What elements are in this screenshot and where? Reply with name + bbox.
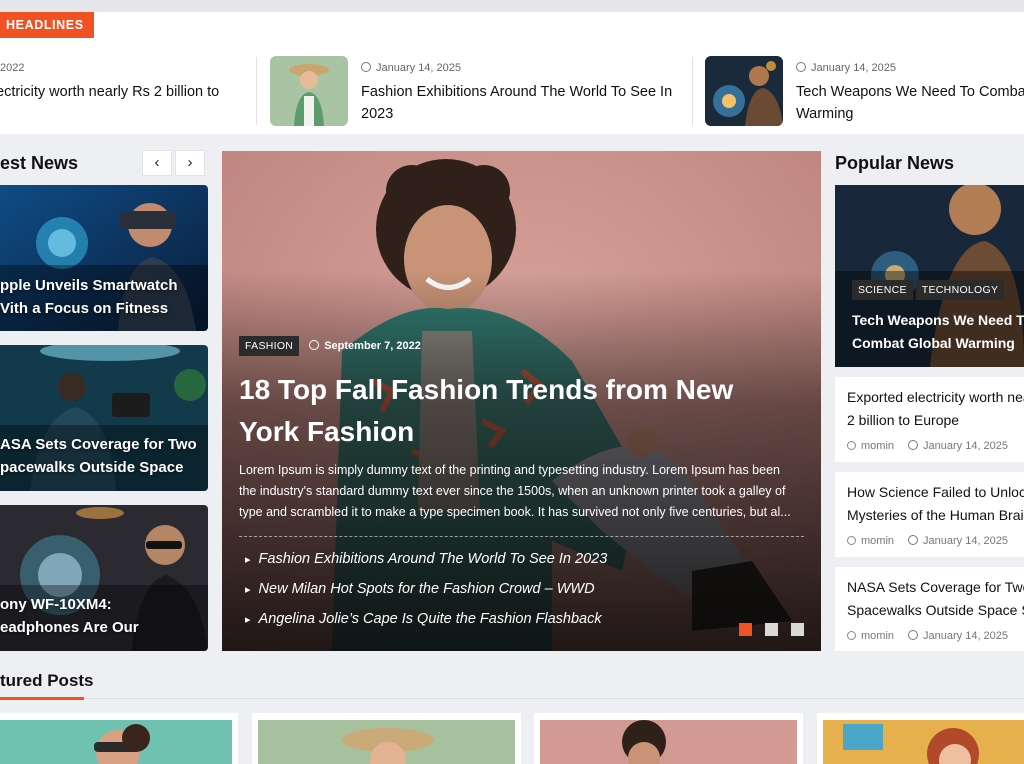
popular-title[interactable]: Exported electricity worth nea 2 billion … xyxy=(847,386,1024,432)
ticker-thumbnail[interactable] xyxy=(270,56,348,126)
title-line1: Exported electricity worth nea xyxy=(847,389,1024,405)
popular-meta: momin January 14, 2025 xyxy=(847,440,1008,452)
clock-icon xyxy=(309,340,320,350)
ticker-title-line1: Tech Weapons We Need To Combat G xyxy=(796,84,1024,100)
title-line2: 2 billion to Europe xyxy=(847,412,960,428)
latest-news-title: pple Unveils Smartwatch Vith a Focus on F… xyxy=(0,274,178,320)
ticker-date-text: January 14, 2025 xyxy=(811,62,897,74)
chevron-right-icon: › xyxy=(187,154,193,171)
author[interactable]: momin xyxy=(861,630,894,642)
ticker-divider xyxy=(692,57,693,125)
title-line1: NASA Sets Coverage for Two xyxy=(847,579,1024,595)
slider-dot[interactable] xyxy=(791,623,804,636)
featured-post-card[interactable] xyxy=(817,713,1024,764)
popular-title[interactable]: How Science Failed to Unlock Mysteries of… xyxy=(847,481,1024,527)
user-icon xyxy=(847,631,856,640)
popular-featured-title[interactable]: Tech Weapons We Need To Combat Global War… xyxy=(852,309,1024,355)
section-divider xyxy=(0,698,1024,699)
popular-news-item[interactable]: NASA Sets Coverage for Two Spacewalks Out… xyxy=(835,567,1024,651)
title-line1: How Science Failed to Unlock xyxy=(847,484,1024,500)
featured-post-card[interactable] xyxy=(0,713,238,764)
clock-icon xyxy=(908,630,919,640)
hero-title[interactable]: 18 Top Fall Fashion Trends from New York… xyxy=(239,369,779,453)
ticker-thumbnail[interactable] xyxy=(705,56,783,126)
popular-categories: SCIENCE TECHNOLOGY xyxy=(852,280,1007,300)
slider-dot-active[interactable] xyxy=(739,623,752,636)
title-line1: ASA Sets Coverage for Two xyxy=(0,436,197,453)
featured-posts-heading: tured Posts xyxy=(0,671,94,690)
related-link[interactable]: New Milan Hot Spots for the Fashion Crow… xyxy=(245,581,595,597)
category-badge[interactable]: FASHION xyxy=(239,336,300,356)
ticker-date: January 14, 2025 xyxy=(796,62,896,74)
category-badge[interactable]: TECHNOLOGY xyxy=(915,280,1005,300)
ticker-title[interactable]: ectricity worth nearly Rs 2 billion to xyxy=(0,81,219,103)
user-icon xyxy=(847,441,856,450)
related-link[interactable]: Fashion Exhibitions Around The World To … xyxy=(245,551,608,567)
latest-news-card[interactable]: ony WF-10XM4: eadphones Are Our xyxy=(0,505,208,651)
author[interactable]: momin xyxy=(861,535,894,547)
title-line1: Tech Weapons We Need To xyxy=(852,312,1024,328)
popular-meta: momin January 14, 2025 xyxy=(847,535,1008,547)
latest-news-card[interactable]: pple Unveils Smartwatch Vith a Focus on F… xyxy=(0,185,208,331)
slider-dot[interactable] xyxy=(765,623,778,636)
popular-news-item[interactable]: Exported electricity worth nea 2 billion … xyxy=(835,377,1024,462)
title-line1: ony WF-10XM4: xyxy=(0,596,112,613)
title-line2: pacewalks Outside Space xyxy=(0,459,184,476)
section-underline xyxy=(0,697,84,700)
ticker-title[interactable]: Fashion Exhibitions Around The World To … xyxy=(361,81,672,125)
latest-news-heading: est News xyxy=(0,153,79,173)
ticker-date-text: 2022 xyxy=(0,62,25,74)
featured-post-image xyxy=(0,720,232,764)
category-badge[interactable]: SCIENCE xyxy=(852,280,913,300)
clock-icon xyxy=(361,62,371,72)
featured-post-image xyxy=(823,720,1024,764)
title-line1: pple Unveils Smartwatch xyxy=(0,277,178,294)
title-line2: Spacewalks Outside Space St xyxy=(847,602,1024,618)
headlines-ticker: HEADLINES 2022 ectricity worth nearly Rs… xyxy=(0,12,1024,134)
hero-divider xyxy=(239,536,804,537)
hero-slider[interactable]: FASHION September 7, 2022 18 Top Fall Fas… xyxy=(222,151,821,651)
popular-featured-card[interactable]: SCIENCE TECHNOLOGY Tech Weapons We Need T… xyxy=(835,185,1024,367)
popular-news-item[interactable]: How Science Failed to Unlock Mysteries of… xyxy=(835,472,1024,557)
title-line2: Combat Global Warming xyxy=(852,335,1015,351)
popular-news-heading: Popular News xyxy=(835,153,955,173)
featured-post-image xyxy=(258,720,515,764)
latest-news-title: ASA Sets Coverage for Two pacewalks Outsi… xyxy=(0,433,197,479)
latest-news-title: ony WF-10XM4: eadphones Are Our xyxy=(0,593,139,639)
ticker-date: January 14, 2025 xyxy=(361,62,461,74)
date: January 14, 2025 xyxy=(923,440,1009,452)
author[interactable]: momin xyxy=(861,440,894,452)
ticker-date: 2022 xyxy=(0,62,24,74)
featured-post-card[interactable] xyxy=(534,713,803,764)
chevron-left-icon: ‹ xyxy=(154,154,160,171)
ticker-title-line1: Fashion Exhibitions Around The World To … xyxy=(361,84,673,100)
title-line2: Mysteries of the Human Brain xyxy=(847,507,1024,523)
prev-button[interactable]: ‹ xyxy=(142,150,172,176)
clock-icon xyxy=(796,62,806,72)
latest-news-card[interactable]: ASA Sets Coverage for Two pacewalks Outsi… xyxy=(0,345,208,491)
popular-meta: momin January 14, 2025 xyxy=(847,630,1008,642)
featured-post-image xyxy=(540,720,797,764)
ticker-divider xyxy=(256,57,257,125)
hero-meta: FASHION September 7, 2022 xyxy=(239,336,421,356)
ticker-title-line2: Warming xyxy=(796,106,854,122)
clock-icon xyxy=(908,535,919,545)
date: January 14, 2025 xyxy=(923,630,1009,642)
featured-post-card[interactable] xyxy=(252,713,521,764)
date: January 14, 2025 xyxy=(923,535,1009,547)
related-link[interactable]: Angelina Jolie’s Cape Is Quite the Fashi… xyxy=(245,611,602,627)
title-line2: Vith a Focus on Fitness xyxy=(0,300,169,317)
user-icon xyxy=(847,536,856,545)
next-button[interactable]: › xyxy=(175,150,205,176)
popular-title[interactable]: NASA Sets Coverage for Two Spacewalks Out… xyxy=(847,576,1024,622)
ticker-title[interactable]: Tech Weapons We Need To Combat G Warming xyxy=(796,81,1024,125)
ticker-title-line2: 2023 xyxy=(361,106,394,122)
headlines-badge: HEADLINES xyxy=(0,12,94,38)
clock-icon xyxy=(908,440,919,450)
title-line2: eadphones Are Our xyxy=(0,619,139,636)
hero-description: Lorem Ipsum is simply dummy text of the … xyxy=(239,463,791,519)
top-strip xyxy=(0,0,1024,12)
hero-date: September 7, 2022 xyxy=(324,340,421,352)
ticker-date-text: January 14, 2025 xyxy=(376,62,462,74)
